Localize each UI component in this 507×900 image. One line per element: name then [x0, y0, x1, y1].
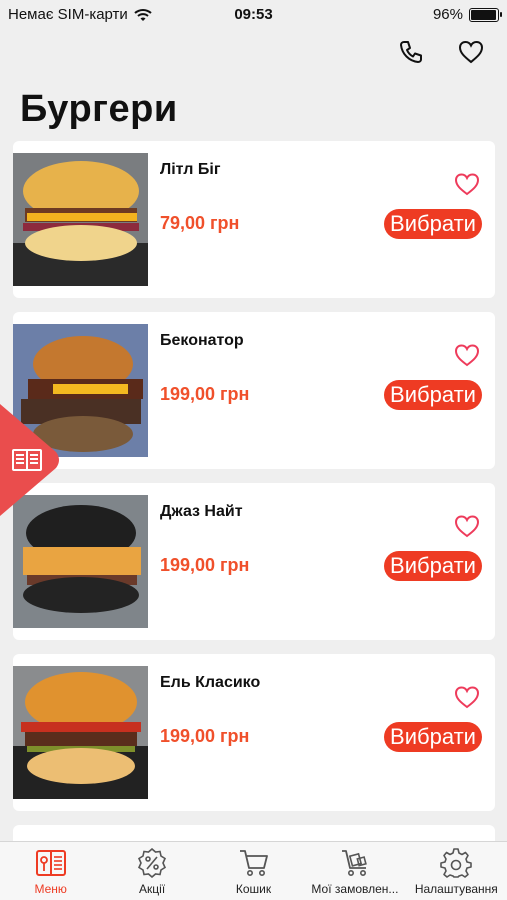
side-menu-tab[interactable]	[0, 404, 62, 516]
tab-settings[interactable]: Налаштування	[406, 842, 507, 900]
product-name: Літл Біг	[160, 161, 221, 178]
product-price: 199,00 грн	[160, 555, 250, 575]
tab-cart[interactable]: Кошик	[203, 842, 304, 900]
favorite-heart-icon[interactable]	[453, 684, 481, 710]
tab-label: Кошик	[235, 882, 272, 896]
tab-menu[interactable]: Меню	[0, 842, 101, 900]
choose-button[interactable]: Вибрати	[384, 551, 482, 581]
product-image	[13, 666, 148, 799]
percent-badge-icon	[138, 848, 167, 878]
product-card[interactable]: Джаз Найт 199,00 грн Вибрати	[13, 483, 495, 640]
battery-icon	[469, 7, 502, 22]
cart-icon	[239, 850, 268, 876]
menu-book-icon	[35, 850, 66, 876]
page-title: Бургери	[20, 88, 178, 130]
status-time: 09:53	[234, 6, 273, 23]
choose-button[interactable]: Вибрати	[384, 722, 482, 752]
phone-icon[interactable]	[397, 38, 425, 66]
product-price: 199,00 грн	[160, 384, 250, 404]
battery-percent: 96%	[432, 6, 463, 23]
tab-orders[interactable]: Мої замовлен...	[304, 842, 405, 900]
product-price: 199,00 грн	[160, 726, 250, 746]
product-name: Ель Класико	[160, 674, 261, 691]
tab-promos[interactable]: Акції	[101, 842, 202, 900]
favorite-heart-icon[interactable]	[453, 171, 481, 197]
product-name: Беконатор	[160, 332, 244, 349]
tab-label: Мої замовлен...	[311, 882, 399, 896]
battery-level	[471, 9, 496, 20]
top-actions	[397, 38, 485, 66]
product-card[interactable]: Літл Біг 79,00 грн Вибрати	[13, 141, 495, 298]
bottom-tab-bar: Меню Акції Кошик Мої замовлен... Налашту…	[0, 841, 507, 900]
status-bar: Немає SIM-карти 09:53 96%	[0, 0, 507, 30]
favorite-heart-icon[interactable]	[453, 342, 481, 368]
tab-label: Налаштування	[414, 882, 498, 896]
status-right: 96%	[432, 6, 502, 23]
product-list[interactable]: Літл Біг 79,00 грн Вибрати Беконатор 199…	[13, 141, 495, 841]
choose-button[interactable]: Вибрати	[384, 209, 482, 239]
gear-icon	[440, 848, 473, 878]
choose-button[interactable]: Вибрати	[384, 380, 482, 410]
product-card-partial[interactable]	[13, 825, 495, 841]
tab-label: Акції	[139, 882, 166, 896]
tab-label: Меню	[34, 882, 67, 896]
product-price: 79,00 грн	[160, 213, 240, 233]
product-card[interactable]: Беконатор 199,00 грн Вибрати	[13, 312, 495, 469]
trolley-icon	[341, 850, 367, 876]
product-name: Джаз Найт	[160, 503, 243, 520]
favorite-heart-icon[interactable]	[453, 513, 481, 539]
product-image	[13, 153, 148, 286]
heart-icon[interactable]	[457, 38, 485, 66]
product-card[interactable]: Ель Класико 199,00 грн Вибрати	[13, 654, 495, 811]
